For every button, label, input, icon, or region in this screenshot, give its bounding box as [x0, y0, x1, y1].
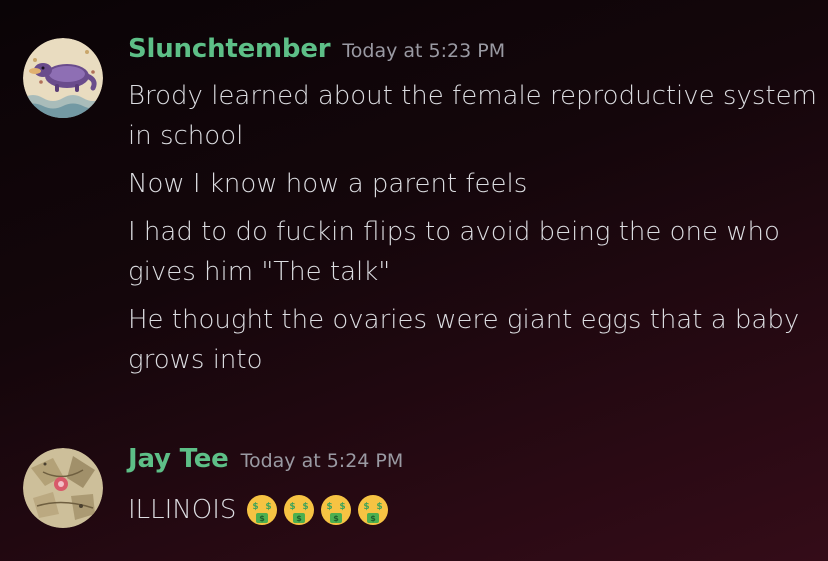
username[interactable]: Jay Tee: [128, 444, 229, 474]
message-body: ILLINOIS $ $ $ $ $ $ $ $ $ $ $ $: [128, 490, 389, 530]
message-line: I had to do fuckin flips to avoid being …: [128, 217, 780, 287]
svg-text:$: $: [260, 514, 266, 523]
svg-text:$: $: [364, 502, 370, 512]
svg-text:$: $: [253, 502, 259, 512]
money-mouth-face-icon: $ $ $: [247, 495, 278, 525]
avatar-slunchtember[interactable]: [23, 38, 103, 118]
message-line: Now I know how a parent feels: [128, 169, 528, 199]
svg-text:$: $: [371, 514, 377, 523]
svg-text:$: $: [297, 514, 303, 523]
timestamp: Today at 5:24 PM: [240, 450, 404, 472]
svg-text:$: $: [290, 502, 296, 512]
money-mouth-face-icon: $ $ $: [284, 495, 315, 525]
svg-text:$: $: [334, 514, 340, 523]
svg-text:$: $: [340, 502, 346, 512]
message-body: Brody learned about the female reproduct…: [128, 76, 818, 380]
money-mouth-face-icon: $ $ $: [321, 495, 352, 525]
svg-text:$: $: [327, 502, 333, 512]
svg-text:$: $: [266, 502, 272, 512]
message-line: He thought the ovaries were giant eggs t…: [128, 305, 800, 375]
svg-text:$: $: [303, 502, 309, 512]
message-line: Brody learned about the female reproduct…: [128, 81, 817, 151]
purple-creature-avatar-icon: [23, 38, 103, 118]
message-line: ILLINOIS: [128, 495, 237, 525]
message-header: Jay Tee Today at 5:24 PM: [128, 444, 403, 474]
avatar-jay-tee[interactable]: [23, 448, 103, 528]
money-mouth-face-icon: $ $ $: [358, 495, 389, 525]
timestamp: Today at 5:23 PM: [342, 40, 506, 62]
map-pattern-avatar-icon: [23, 448, 103, 528]
username[interactable]: Slunchtember: [128, 34, 331, 64]
message-header: Slunchtember Today at 5:23 PM: [128, 34, 505, 64]
svg-text:$: $: [377, 502, 383, 512]
